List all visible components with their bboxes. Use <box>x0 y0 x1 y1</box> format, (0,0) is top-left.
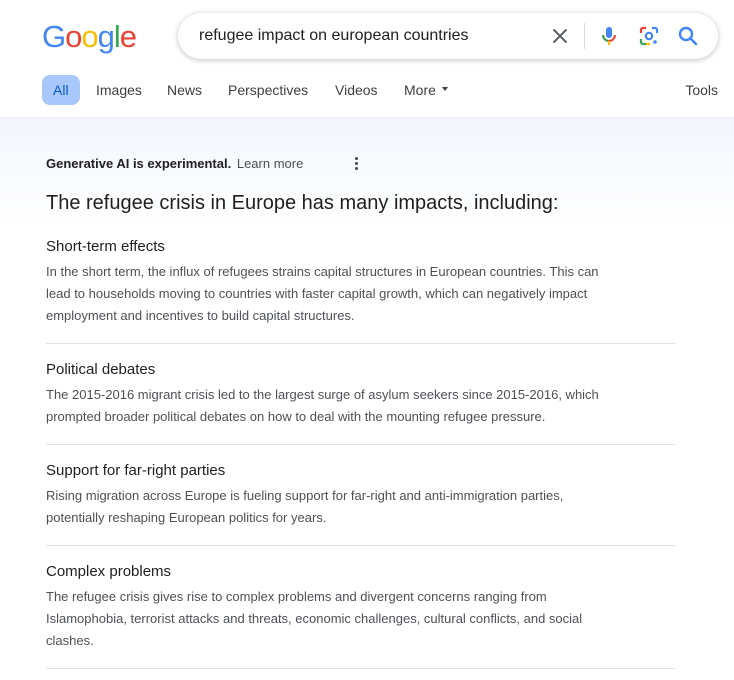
section-divider <box>46 545 676 546</box>
section-divider <box>46 343 676 344</box>
search-divider <box>584 23 585 49</box>
ai-label-text: Generative AI is experimental. <box>46 156 232 171</box>
ai-experimental-label: Generative AI is experimental. Learn mor… <box>46 156 303 172</box>
ai-overview-heading: The refugee crisis in Europe has many im… <box>46 192 559 214</box>
ai-section: Support for far-right parties Rising mig… <box>46 461 676 529</box>
section-line: Rising migration across Europe is fuelin… <box>46 488 564 503</box>
tab-more[interactable]: More <box>404 75 448 105</box>
clear-icon[interactable] <box>548 24 572 48</box>
section-title: Political debates <box>46 361 156 378</box>
search-icon[interactable] <box>676 24 700 48</box>
tab-videos[interactable]: Videos <box>335 75 378 105</box>
section-line: Islamophobia, terrorist attacks and thre… <box>46 611 583 626</box>
section-title: Short-term effects <box>46 238 165 255</box>
section-body: The refugee crisis gives rise to complex… <box>46 586 676 652</box>
tab-images[interactable]: Images <box>96 75 142 105</box>
ai-section: Short-term effects In the short term, th… <box>46 237 676 327</box>
more-options-icon[interactable] <box>350 155 362 173</box>
section-body: Rising migration across Europe is fuelin… <box>46 485 676 529</box>
tab-more-label: More <box>404 82 436 98</box>
lens-icon[interactable] <box>637 24 661 48</box>
logo-letter: e <box>119 19 137 54</box>
tab-news[interactable]: News <box>167 75 202 105</box>
section-title: Support for far-right parties <box>46 462 226 479</box>
tools-button[interactable]: Tools <box>685 75 718 105</box>
section-line: potentially reshaping European politics … <box>46 510 327 525</box>
section-divider <box>46 444 676 445</box>
section-line: In the short term, the influx of refugee… <box>46 264 599 279</box>
microphone-icon[interactable] <box>597 24 621 48</box>
logo-letter: G <box>42 19 66 54</box>
ai-section: Political debates The 2015-2016 migrant … <box>46 360 676 428</box>
google-logo[interactable]: Google <box>42 19 137 55</box>
section-body: The 2015-2016 migrant crisis led to the … <box>46 384 676 428</box>
section-line: The 2015-2016 migrant crisis led to the … <box>46 387 599 402</box>
section-divider <box>46 668 676 669</box>
logo-letter: o <box>81 19 98 54</box>
section-line: clashes. <box>46 633 94 648</box>
learn-more-link[interactable]: Learn more <box>237 156 303 171</box>
search-box[interactable]: refugee impact on european countries <box>178 13 718 59</box>
section-line: lead to households moving to countries w… <box>46 286 588 301</box>
ai-section: Complex problems The refugee crisis give… <box>46 562 676 652</box>
section-title: Complex problems <box>46 563 172 580</box>
search-input[interactable]: refugee impact on european countries <box>199 26 469 46</box>
section-body: In the short term, the influx of refugee… <box>46 261 676 327</box>
caret-down-icon <box>441 87 448 92</box>
tab-all[interactable]: All <box>42 75 80 105</box>
search-tabs: All Images News Perspectives Videos More <box>42 75 722 105</box>
logo-letter: o <box>65 19 82 54</box>
tab-perspectives[interactable]: Perspectives <box>228 75 308 105</box>
section-line: prompted broader political debates on ho… <box>46 409 546 424</box>
logo-letter: g <box>97 19 115 54</box>
search-results-page: Google refugee impact on european countr… <box>0 0 734 680</box>
section-line: The refugee crisis gives rise to complex… <box>46 589 547 604</box>
section-line: employment and incentives to build capit… <box>46 308 355 323</box>
